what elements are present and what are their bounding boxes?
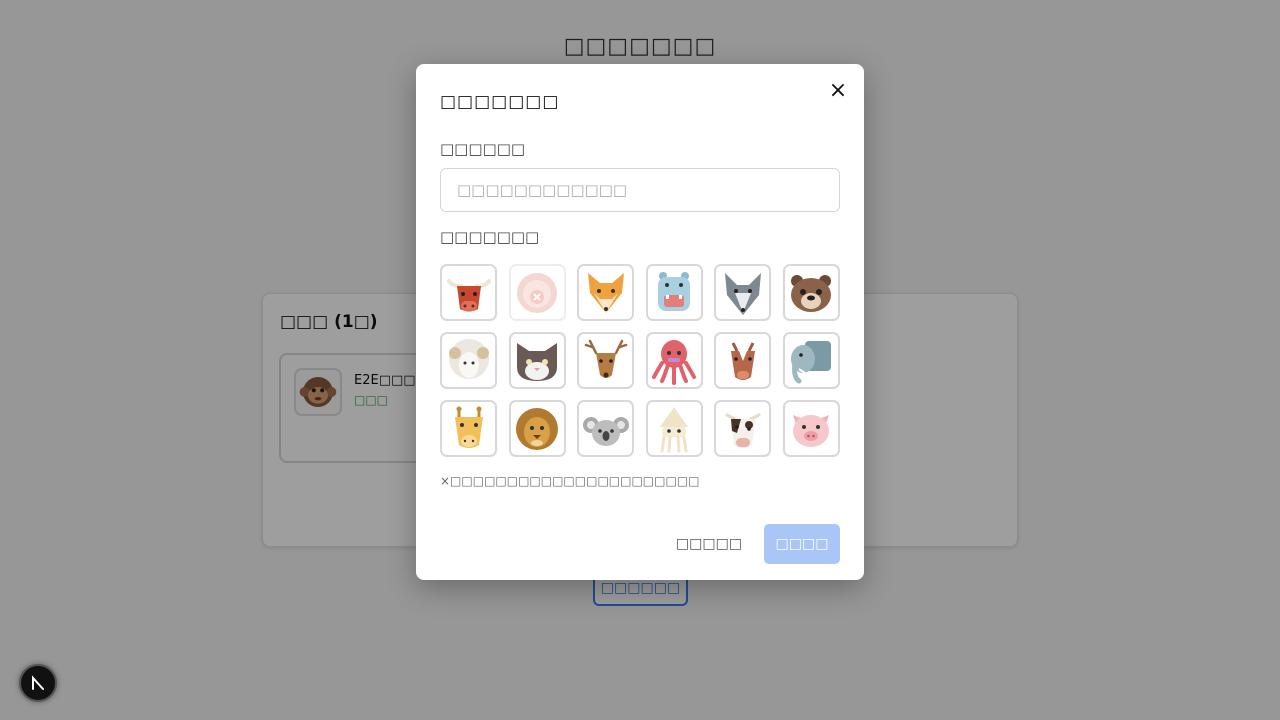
modal-title: □□□□□□□	[440, 92, 560, 112]
avatar-option-fox[interactable]	[577, 264, 635, 321]
fox-icon	[587, 272, 624, 313]
lion-cub-icon	[517, 272, 558, 313]
octopus-icon	[652, 339, 697, 385]
avatar-hint: ×□□□□□□□□□□□□□□□□□□□□□□	[440, 474, 700, 488]
submit-button[interactable]: □□□□	[764, 524, 840, 564]
avatar-grid	[440, 264, 840, 457]
avatar-option-pig[interactable]	[782, 400, 840, 457]
bull-icon	[446, 278, 491, 311]
name-field-label: □□□□□□	[440, 140, 526, 158]
avatar-option-horse[interactable]	[714, 332, 772, 389]
avatar-option-bear[interactable]	[782, 264, 840, 321]
elephant-icon	[791, 340, 832, 383]
avatar-option-koala[interactable]	[577, 400, 635, 457]
deer-icon	[584, 339, 627, 378]
avatar-option-wolf[interactable]	[714, 264, 772, 321]
squid-icon	[660, 406, 689, 452]
avatar-option-giraffe[interactable]	[440, 400, 497, 457]
avatar-option-cow[interactable]	[714, 400, 772, 457]
sheep-icon	[448, 338, 489, 379]
dev-tools-badge-icon[interactable]	[19, 664, 57, 702]
hippo-icon	[658, 271, 691, 311]
avatar-option-octopus[interactable]	[645, 332, 703, 389]
lion-icon	[516, 407, 559, 450]
cow-icon	[725, 413, 761, 448]
giraffe-icon	[454, 406, 483, 448]
avatar-option-deer[interactable]	[577, 332, 635, 389]
name-input[interactable]	[440, 168, 840, 212]
cancel-button[interactable]: □□□□□	[672, 524, 746, 564]
avatar-option-sheep[interactable]	[440, 332, 497, 389]
avatar-option-elephant[interactable]	[782, 332, 840, 389]
pig-icon	[793, 414, 830, 447]
avatar-option-squid[interactable]	[645, 400, 703, 457]
avatar-option-hippo[interactable]	[645, 264, 703, 321]
avatar-option-cat[interactable]	[508, 332, 566, 389]
cat-icon	[517, 342, 558, 381]
avatar-field-label: □□□□□□□	[440, 228, 540, 246]
avatar-option-lion-cub[interactable]	[508, 264, 566, 321]
avatar-option-bull[interactable]	[440, 264, 497, 321]
create-member-modal: □□□□□□□ × □□□□□□ □□□□□□□□□□□□ □□□□□□□ ×□…	[416, 64, 864, 580]
bear-icon	[791, 274, 832, 312]
close-icon[interactable]: ×	[826, 78, 850, 103]
horse-icon	[730, 341, 755, 380]
wolf-icon	[724, 272, 761, 315]
avatar-option-lion[interactable]	[508, 400, 566, 457]
koala-icon	[582, 416, 629, 446]
